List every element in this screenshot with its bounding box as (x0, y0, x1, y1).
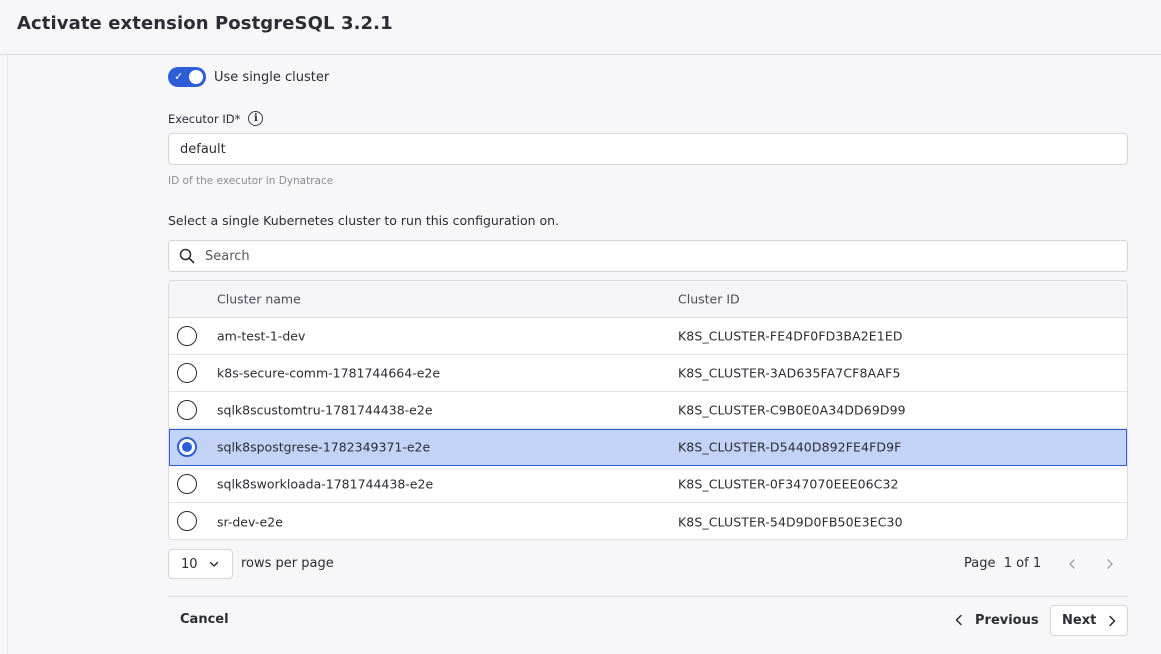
dialog-title: Activate extension PostgreSQL 3.2.1 (17, 13, 393, 34)
table-row[interactable]: sr-dev-e2e K8S_CLUSTER-54D9D0FB50E3EC30 (169, 503, 1127, 539)
row-radio[interactable] (177, 511, 197, 531)
toggle-label: Use single cluster (214, 69, 330, 85)
cluster-instruction: Select a single Kubernetes cluster to ru… (168, 213, 560, 228)
rows-per-page-value: 10 (181, 556, 198, 572)
previous-button[interactable]: Previous (949, 605, 1043, 635)
cluster-id: K8S_CLUSTER-FE4DF0FD3BA2E1ED (678, 328, 903, 344)
cluster-name: k8s-secure-comm-1781744664-e2e (217, 365, 441, 381)
table-row[interactable]: sqlk8scustomtru-1781744438-e2e K8S_CLUST… (169, 392, 1127, 429)
chevron-left-icon[interactable] (1066, 557, 1078, 571)
toggle-knob (189, 70, 203, 84)
cluster-name: sqlk8sworkloada-1781744438-e2e (217, 476, 434, 492)
chevron-right-icon (1109, 615, 1116, 626)
row-radio[interactable] (177, 363, 197, 383)
table-header: Cluster name Cluster ID (169, 281, 1127, 318)
check-icon: ✓ (174, 70, 184, 83)
executor-id-label: Executor ID* (168, 111, 241, 126)
footer-divider (168, 596, 1128, 597)
table-row[interactable]: sqlk8spostgrese-1782349371-e2e K8S_CLUST… (169, 429, 1127, 466)
cluster-id: K8S_CLUSTER-3AD635FA7CF8AAF5 (678, 365, 901, 381)
cluster-table: Cluster name Cluster ID am-test-1-dev K8… (168, 280, 1128, 540)
row-radio[interactable] (177, 437, 197, 457)
row-radio[interactable] (177, 400, 197, 420)
cancel-button[interactable]: Cancel (180, 612, 229, 627)
cluster-name: sqlk8scustomtru-1781744438-e2e (217, 402, 433, 418)
single-cluster-toggle-row: ✓ Use single cluster (168, 67, 329, 87)
chevron-right-icon[interactable] (1104, 557, 1116, 571)
info-icon[interactable]: i (248, 111, 264, 126)
cluster-name: sqlk8spostgrese-1782349371-e2e (217, 439, 431, 455)
left-divider (7, 55, 8, 654)
executor-id-input[interactable]: default (168, 133, 1128, 165)
search-placeholder: Search (205, 248, 250, 264)
cluster-name: am-test-1-dev (217, 328, 306, 344)
next-label: Next (1062, 613, 1097, 628)
rows-per-page-label: rows per page (241, 556, 334, 571)
chevron-down-icon (209, 561, 219, 567)
cluster-search-input[interactable]: Search (168, 240, 1128, 272)
dialog-header: Activate extension PostgreSQL 3.2.1 (0, 0, 1161, 55)
previous-label: Previous (975, 612, 1039, 628)
single-cluster-toggle[interactable]: ✓ (168, 67, 206, 87)
chevron-left-icon (955, 614, 962, 626)
rows-per-page-select[interactable]: 10 (168, 549, 233, 579)
executor-id-hint: ID of the executor in Dynatrace (168, 175, 334, 187)
cluster-id: K8S_CLUSTER-D5440D892FE4FD9F (678, 439, 902, 455)
table-row[interactable]: sqlk8sworkloada-1781744438-e2e K8S_CLUST… (169, 466, 1127, 503)
cluster-id: K8S_CLUSTER-0F347070EEE06C32 (678, 476, 899, 492)
search-icon (179, 248, 195, 264)
cluster-name: sr-dev-e2e (217, 514, 283, 529)
cluster-id: K8S_CLUSTER-C9B0E0A34DD69D99 (678, 402, 906, 418)
table-row[interactable]: am-test-1-dev K8S_CLUSTER-FE4DF0FD3BA2E1… (169, 318, 1127, 355)
row-radio[interactable] (177, 474, 197, 494)
pagination: 10 rows per page Page 1 of 1 (168, 549, 1128, 579)
column-header-cluster-name: Cluster name (217, 291, 301, 307)
table-row[interactable]: k8s-secure-comm-1781744664-e2e K8S_CLUST… (169, 355, 1127, 392)
cluster-id: K8S_CLUSTER-54D9D0FB50E3EC30 (678, 514, 903, 529)
row-radio[interactable] (177, 326, 197, 346)
executor-id-label-row: Executor ID* i (168, 111, 264, 126)
page-label: Page (964, 556, 996, 571)
page-value: 1 of 1 (1003, 556, 1042, 571)
executor-id-value: default (180, 141, 226, 157)
next-button[interactable]: Next (1050, 605, 1128, 636)
page-indicator: Page 1 of 1 (964, 556, 1041, 571)
column-header-cluster-id: Cluster ID (678, 291, 740, 307)
